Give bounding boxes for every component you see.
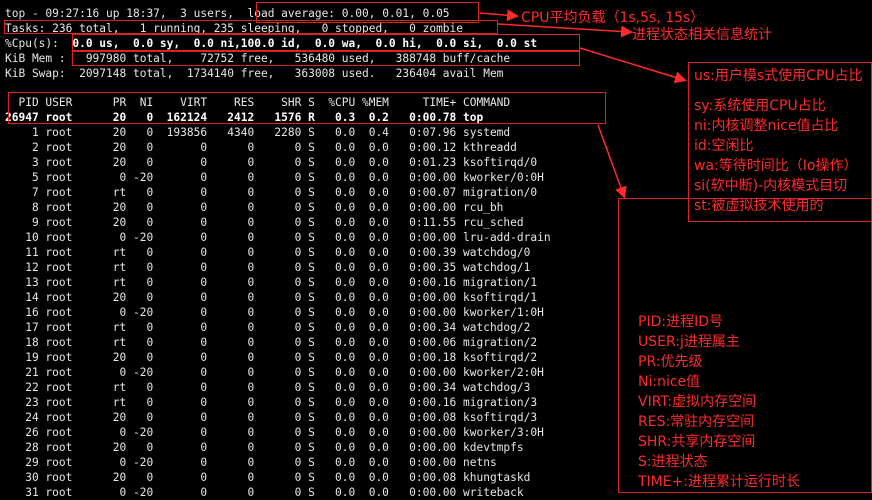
arrow-state xyxy=(497,23,633,38)
arrow-cpu xyxy=(579,47,687,84)
arrow-load xyxy=(479,9,519,22)
arrow-columns xyxy=(597,124,627,199)
annotation-arrows xyxy=(479,9,687,199)
